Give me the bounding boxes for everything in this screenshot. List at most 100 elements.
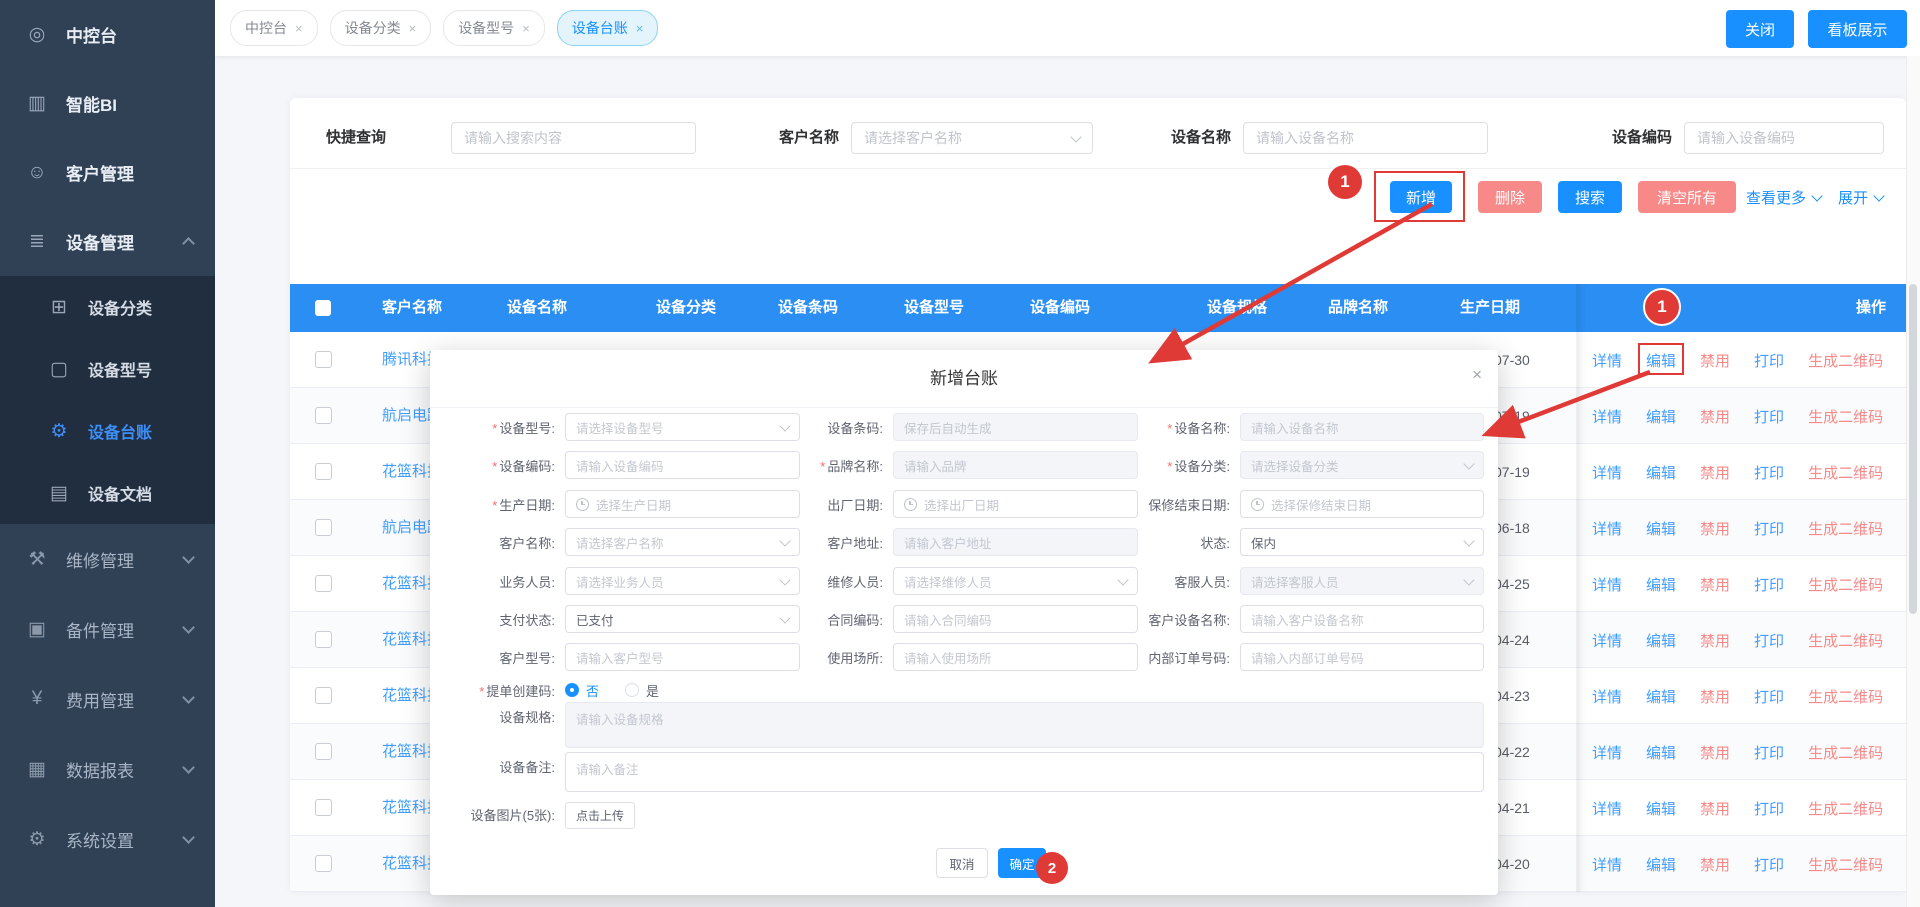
sidebar-item-expense[interactable]: ¥费用管理 — [0, 664, 215, 734]
action-打印[interactable]: 打印 — [1754, 462, 1784, 483]
form-field-使用场所[interactable]: 请输入使用场所 — [893, 643, 1138, 671]
action-详情[interactable]: 详情 — [1592, 574, 1622, 595]
row-checkbox[interactable] — [315, 407, 332, 424]
row-checkbox[interactable] — [315, 351, 332, 368]
action-禁用[interactable]: 禁用 — [1700, 686, 1730, 707]
form-field-设备条码[interactable]: 保存后自动生成 — [893, 413, 1138, 441]
action-打印[interactable]: 打印 — [1754, 350, 1784, 371]
action-禁用[interactable]: 禁用 — [1700, 798, 1730, 819]
filter-input-设备名称[interactable] — [1243, 122, 1488, 154]
action-生成二维码[interactable]: 生成二维码 — [1808, 686, 1883, 707]
search-button[interactable]: 搜索 — [1558, 181, 1622, 213]
action-生成二维码[interactable]: 生成二维码 — [1808, 574, 1883, 595]
sidebar-item-reports[interactable]: ▦数据报表 — [0, 734, 215, 804]
scrollbar-thumb[interactable] — [1909, 284, 1917, 614]
action-生成二维码[interactable]: 生成二维码 — [1808, 630, 1883, 651]
action-编辑[interactable]: 编辑 — [1646, 574, 1676, 595]
form-field-状态[interactable]: 保内 — [1240, 528, 1484, 556]
action-编辑[interactable]: 编辑 — [1646, 462, 1676, 483]
vertical-scrollbar[interactable] — [1906, 56, 1920, 907]
board-display-button[interactable]: 看板展示 — [1808, 10, 1907, 48]
action-编辑[interactable]: 编辑 — [1646, 406, 1676, 427]
form-field-客服人员[interactable]: 请选择客服人员 — [1240, 567, 1484, 595]
action-禁用[interactable]: 禁用 — [1700, 742, 1730, 763]
action-编辑[interactable]: 编辑 — [1646, 350, 1676, 371]
tab-设备分类[interactable]: 设备分类× — [330, 10, 432, 46]
action-打印[interactable]: 打印 — [1754, 798, 1784, 819]
action-打印[interactable]: 打印 — [1754, 854, 1784, 875]
action-打印[interactable]: 打印 — [1754, 686, 1784, 707]
tab-close-icon[interactable]: × — [295, 21, 303, 36]
action-打印[interactable]: 打印 — [1754, 742, 1784, 763]
close-icon[interactable]: × — [1472, 366, 1482, 383]
tab-中控台[interactable]: 中控台× — [230, 10, 318, 46]
view-more-link[interactable]: 查看更多 — [1746, 181, 1821, 213]
sidebar-item-settings[interactable]: ⚙系统设置 — [0, 804, 215, 874]
action-打印[interactable]: 打印 — [1754, 406, 1784, 427]
action-编辑[interactable]: 编辑 — [1646, 798, 1676, 819]
sidebar-item-spareparts[interactable]: ▣备件管理 — [0, 594, 215, 664]
form-field-维修人员[interactable]: 请选择维修人员 — [893, 567, 1138, 595]
form-field-设备分类[interactable]: 请选择设备分类 — [1240, 451, 1484, 479]
action-编辑[interactable]: 编辑 — [1646, 686, 1676, 707]
sidebar-item-devices[interactable]: ≣设备管理 — [0, 207, 215, 276]
form-field-合同编码[interactable]: 请输入合同编码 — [893, 605, 1138, 633]
action-生成二维码[interactable]: 生成二维码 — [1808, 742, 1883, 763]
action-禁用[interactable]: 禁用 — [1700, 630, 1730, 651]
action-生成二维码[interactable]: 生成二维码 — [1808, 518, 1883, 539]
sidebar-item-bi[interactable]: ▥智能BI — [0, 69, 215, 138]
row-checkbox[interactable] — [315, 575, 332, 592]
add-button[interactable]: 新增 — [1390, 181, 1452, 213]
row-checkbox[interactable] — [315, 687, 332, 704]
action-详情[interactable]: 详情 — [1592, 518, 1622, 539]
form-field-品牌名称[interactable]: 请输入品牌 — [893, 451, 1138, 479]
device-spec-textarea[interactable]: 请输入设备规格 — [565, 702, 1484, 748]
delete-button[interactable]: 删除 — [1478, 181, 1542, 213]
sidebar-item-device-ledger[interactable]: ⚙设备台账 — [0, 400, 215, 462]
row-checkbox[interactable] — [315, 463, 332, 480]
tab-close-icon[interactable]: × — [522, 21, 530, 36]
sidebar-item-repair[interactable]: ⚒维修管理 — [0, 524, 215, 594]
tab-close-icon[interactable]: × — [409, 21, 417, 36]
filter-select-客户名称[interactable]: 请选择客户名称 — [851, 122, 1093, 154]
action-详情[interactable]: 详情 — [1592, 742, 1622, 763]
form-field-出厂日期[interactable]: 选择出厂日期 — [893, 490, 1138, 518]
radio-option-否[interactable]: 否 — [565, 681, 599, 700]
tab-close-icon[interactable]: × — [636, 21, 644, 36]
row-checkbox[interactable] — [315, 631, 332, 648]
sidebar-item-device-docs[interactable]: ▤设备文档 — [0, 462, 215, 524]
action-禁用[interactable]: 禁用 — [1700, 406, 1730, 427]
action-禁用[interactable]: 禁用 — [1700, 350, 1730, 371]
device-remark-textarea[interactable]: 请输入备注 — [565, 752, 1484, 792]
action-生成二维码[interactable]: 生成二维码 — [1808, 406, 1883, 427]
row-checkbox[interactable] — [315, 855, 332, 872]
action-生成二维码[interactable]: 生成二维码 — [1808, 350, 1883, 371]
action-禁用[interactable]: 禁用 — [1700, 462, 1730, 483]
action-禁用[interactable]: 禁用 — [1700, 854, 1730, 875]
action-打印[interactable]: 打印 — [1754, 518, 1784, 539]
filter-input-设备编码[interactable] — [1684, 122, 1884, 154]
form-field-客户地址[interactable]: 请输入客户地址 — [893, 528, 1138, 556]
radio-option-是[interactable]: 是 — [625, 681, 659, 700]
action-打印[interactable]: 打印 — [1754, 630, 1784, 651]
form-field-内部订单号码[interactable]: 请输入内部订单号码 — [1240, 643, 1484, 671]
upload-button[interactable]: 点击上传 — [565, 802, 635, 829]
sidebar-item-device-model[interactable]: ▢设备型号 — [0, 338, 215, 400]
action-详情[interactable]: 详情 — [1592, 406, 1622, 427]
row-checkbox[interactable] — [315, 799, 332, 816]
action-禁用[interactable]: 禁用 — [1700, 518, 1730, 539]
tab-设备台账[interactable]: 设备台账× — [557, 10, 659, 46]
form-field-保修结束日期[interactable]: 选择保修结束日期 — [1240, 490, 1484, 518]
tab-设备型号[interactable]: 设备型号× — [443, 10, 545, 46]
form-field-设备名称[interactable]: 请输入设备名称 — [1240, 413, 1484, 441]
action-编辑[interactable]: 编辑 — [1646, 742, 1676, 763]
filter-input-快捷查询[interactable] — [451, 122, 696, 154]
action-详情[interactable]: 详情 — [1592, 462, 1622, 483]
clear-all-button[interactable]: 清空所有 — [1638, 181, 1736, 213]
sidebar-item-device-category[interactable]: ⊞设备分类 — [0, 276, 215, 338]
action-编辑[interactable]: 编辑 — [1646, 854, 1676, 875]
action-编辑[interactable]: 编辑 — [1646, 518, 1676, 539]
action-详情[interactable]: 详情 — [1592, 630, 1622, 651]
select-all-checkbox[interactable] — [315, 300, 331, 316]
form-field-客户设备名称[interactable]: 请输入客户设备名称 — [1240, 605, 1484, 633]
